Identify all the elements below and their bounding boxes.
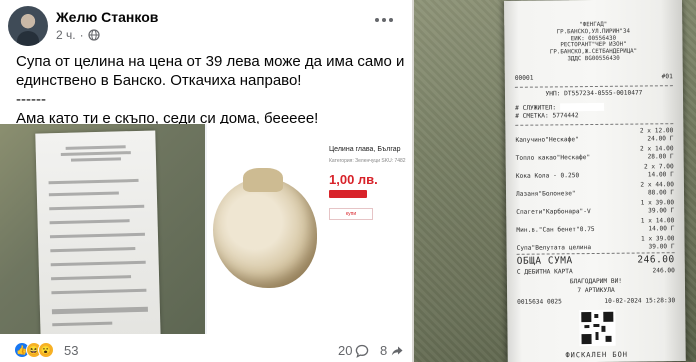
- fiscal-receipt-label: ФИСКАЛЕН БОН: [565, 350, 629, 360]
- fiscal-row: 0015634 0025 10-02-2024 15:28:30: [517, 297, 675, 306]
- redacted-block: [560, 102, 605, 112]
- comments-count-value: 20: [338, 343, 353, 358]
- waiter-row: # СЛУЖИТЕЛ:: [515, 102, 605, 112]
- receipt-total: ОБЩА СУМА 246.00: [516, 254, 675, 267]
- wow-icon: 😮: [38, 342, 54, 358]
- articles-count: 7 АРТИКУЛА: [577, 286, 615, 295]
- item-amount: 39.00 Г: [648, 243, 675, 251]
- register-code: #01: [661, 73, 673, 81]
- thanks-row: БЛАГОДАРИМ ВИ!: [517, 277, 675, 286]
- register-number: 00001: [514, 74, 534, 82]
- shares-count-value: 8: [380, 343, 388, 358]
- post-time[interactable]: 2 ч.: [56, 28, 76, 42]
- item-qty: 2 x 14.00: [639, 145, 674, 153]
- thanks-text: БЛАГОДАРИМ ВИ!: [569, 277, 623, 286]
- separator-dot: ·: [79, 28, 84, 42]
- item-amount: 88.00 Г: [647, 189, 675, 197]
- item-qty: 2 x 44.00: [640, 181, 674, 189]
- post-text: Супа от целина на цена от 39 лева може д…: [16, 52, 406, 128]
- item-qty: 1 x 39.00: [640, 199, 675, 207]
- product-subtitle: Категория: Зеленчуци SKU: 7482: [329, 158, 406, 164]
- item-amount: 14.00 Г: [648, 225, 675, 233]
- receipt-item: Топло какао"Нескафе" 28.00 Г: [516, 153, 674, 162]
- reaction-icons[interactable]: 👍 😆 😮: [14, 342, 54, 358]
- item-name: Кока Кола - 0.250: [515, 172, 580, 180]
- avatar[interactable]: [8, 6, 48, 46]
- product-title: Целина глава, Българ: [329, 146, 401, 153]
- product-screenshot[interactable]: Целина глава, Българ Категория: Зеленчуц…: [207, 124, 412, 334]
- receipt-unp: УНП: DT557234-0555-0010477: [515, 89, 673, 98]
- comments-count[interactable]: 20: [338, 343, 369, 358]
- receipt-item: Капучино"Нескафе" 24.00 Г: [515, 135, 673, 144]
- item-amount: 24.00 Г: [647, 135, 674, 143]
- post-text-line: Супа от целина на цена от 39 лева може д…: [16, 53, 405, 89]
- receipt-item: Мин.в."Сан бенет"0.75 14.00 Г: [516, 225, 674, 234]
- receipt-header: "ФЕНГАД" ГР.БАНСКО,УЛ.ПИРИН"34 ЕИК: 0055…: [504, 21, 682, 64]
- add-to-cart-button: [329, 190, 367, 198]
- item-qty: 2 x 7.00: [643, 163, 674, 171]
- item-qty: 1 x 39.00: [640, 235, 675, 243]
- receipt-photo[interactable]: "ФЕНГАД" ГР.БАНСКО,УЛ.ПИРИН"34 ЕИК: 0055…: [414, 0, 696, 362]
- celery-root-image: [213, 168, 317, 288]
- post-meta: 2 ч. ·: [56, 28, 100, 42]
- shares-count[interactable]: 8: [380, 343, 404, 358]
- share-icon: [392, 346, 403, 355]
- receipt-item: Спагети"Карбонара"-V 39.00 Г: [516, 207, 674, 216]
- receipt-thumbnail-image: [35, 130, 161, 334]
- unp-text: УНП: DT557234-0555-0010477: [545, 89, 643, 98]
- globe-icon: [87, 29, 100, 41]
- divider: [514, 85, 673, 88]
- receipt-paper: "ФЕНГАД" ГР.БАНСКО,УЛ.ПИРИН"34 ЕИК: 0055…: [504, 0, 686, 362]
- item-amount: 39.00 Г: [648, 207, 675, 215]
- payment-row: С ДЕБИТНА КАРТА 246.00: [517, 267, 675, 276]
- more-options-icon[interactable]: [370, 10, 398, 30]
- item-name: Топло какао"Нескафе": [515, 154, 591, 162]
- receipt-item: Лазаня"Болонезе" 88.00 Г: [516, 189, 674, 198]
- total-label: ОБЩА СУМА: [516, 255, 573, 267]
- account-row: # СМЕТКА: 5774442: [515, 112, 578, 120]
- receipt-item: Кока Кола - 0.250 14.00 Г: [516, 171, 674, 180]
- articles-row: 7 АРТИКУЛА: [517, 286, 675, 295]
- receipt-item: Супа"Велутата целина 39.00 Г: [517, 243, 675, 252]
- account-label: # СМЕТКА:: [515, 112, 549, 120]
- post-footer: 👍 😆 😮 53 20 8: [0, 338, 412, 362]
- account-number: 5774442: [552, 112, 579, 120]
- receipt-register-row: 00001 #01: [515, 73, 673, 82]
- waiter-label: # СЛУЖИТЕЛ:: [515, 104, 557, 112]
- divider: [515, 123, 674, 126]
- item-amount: 28.00 Г: [647, 153, 674, 161]
- item-qty: 2 x 12.00: [639, 127, 674, 135]
- receipt-header-line: ЗДДС BG00556430: [567, 55, 620, 63]
- payment-method: С ДЕБИТНА КАРТА: [516, 268, 573, 276]
- receipt-datetime: 10-02-2024 15:28:30: [604, 297, 676, 305]
- reaction-count[interactable]: 53: [64, 343, 78, 358]
- item-name: Капучино"Нескафе": [515, 136, 579, 144]
- total-value: 246.00: [637, 254, 675, 266]
- payment-value: 246.00: [652, 267, 675, 275]
- item-amount: 14.00 Г: [647, 171, 674, 179]
- receipt-photo-thumbnail[interactable]: [0, 124, 205, 334]
- item-name: Мин.в."Сан бенет"0.75: [516, 225, 595, 234]
- product-price: 1,00 лв.: [329, 172, 378, 187]
- item-name: Лазаня"Болонезе": [515, 190, 576, 198]
- author-name[interactable]: Желю Станков: [56, 9, 158, 25]
- qr-code: [579, 309, 616, 347]
- item-name: Супа"Велутата целина: [516, 244, 592, 252]
- post-text-line: ------: [16, 91, 46, 108]
- buy-button: купи: [329, 208, 373, 220]
- item-name: Спагети"Карбонара"-V: [516, 208, 591, 216]
- post-media[interactable]: Целина глава, Българ Категория: Зеленчуц…: [0, 124, 412, 334]
- facebook-post: Желю Станков 2 ч. · Супа от целина на це…: [0, 0, 412, 362]
- item-qty: 1 x 14.00: [640, 217, 675, 225]
- fiscal-number: 0015634 0025: [517, 298, 562, 306]
- comment-icon: [356, 344, 369, 358]
